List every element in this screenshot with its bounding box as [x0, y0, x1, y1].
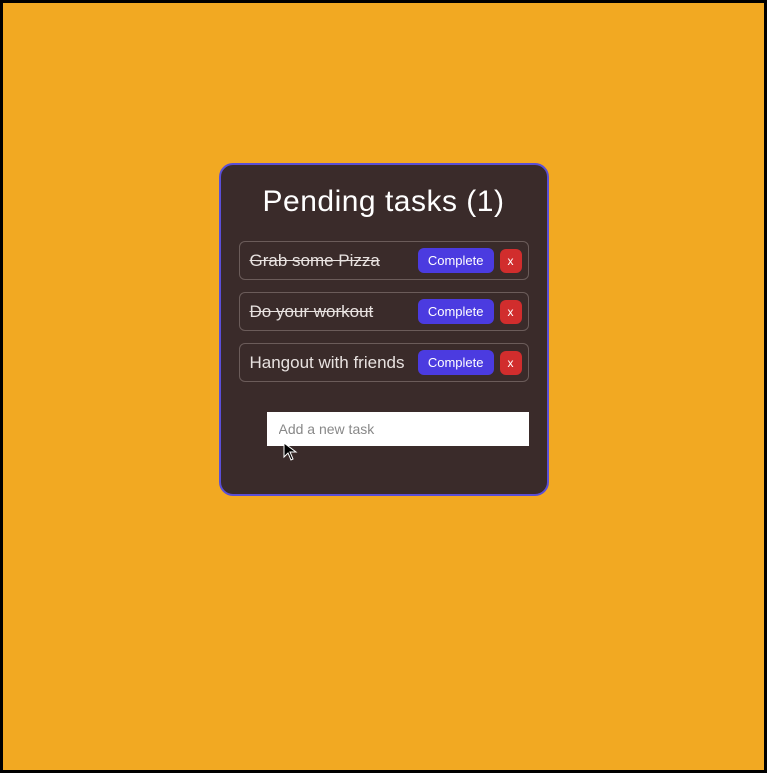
task-row: Do your workout Complete x	[239, 292, 529, 331]
task-label: Grab some Pizza	[250, 251, 412, 271]
complete-button[interactable]: Complete	[418, 299, 494, 324]
task-row: Hangout with friends Complete x	[239, 343, 529, 382]
task-label: Hangout with friends	[250, 353, 412, 373]
delete-button[interactable]: x	[500, 300, 522, 324]
complete-button[interactable]: Complete	[418, 248, 494, 273]
delete-button[interactable]: x	[500, 351, 522, 375]
task-card: Pending tasks (1) Grab some Pizza Comple…	[219, 163, 549, 496]
delete-button[interactable]: x	[500, 249, 522, 273]
new-task-input[interactable]	[267, 412, 529, 446]
complete-button[interactable]: Complete	[418, 350, 494, 375]
task-row: Grab some Pizza Complete x	[239, 241, 529, 280]
input-container	[239, 412, 529, 446]
page-title: Pending tasks (1)	[239, 185, 529, 219]
task-label: Do your workout	[250, 302, 412, 322]
app-background: Pending tasks (1) Grab some Pizza Comple…	[3, 3, 764, 770]
